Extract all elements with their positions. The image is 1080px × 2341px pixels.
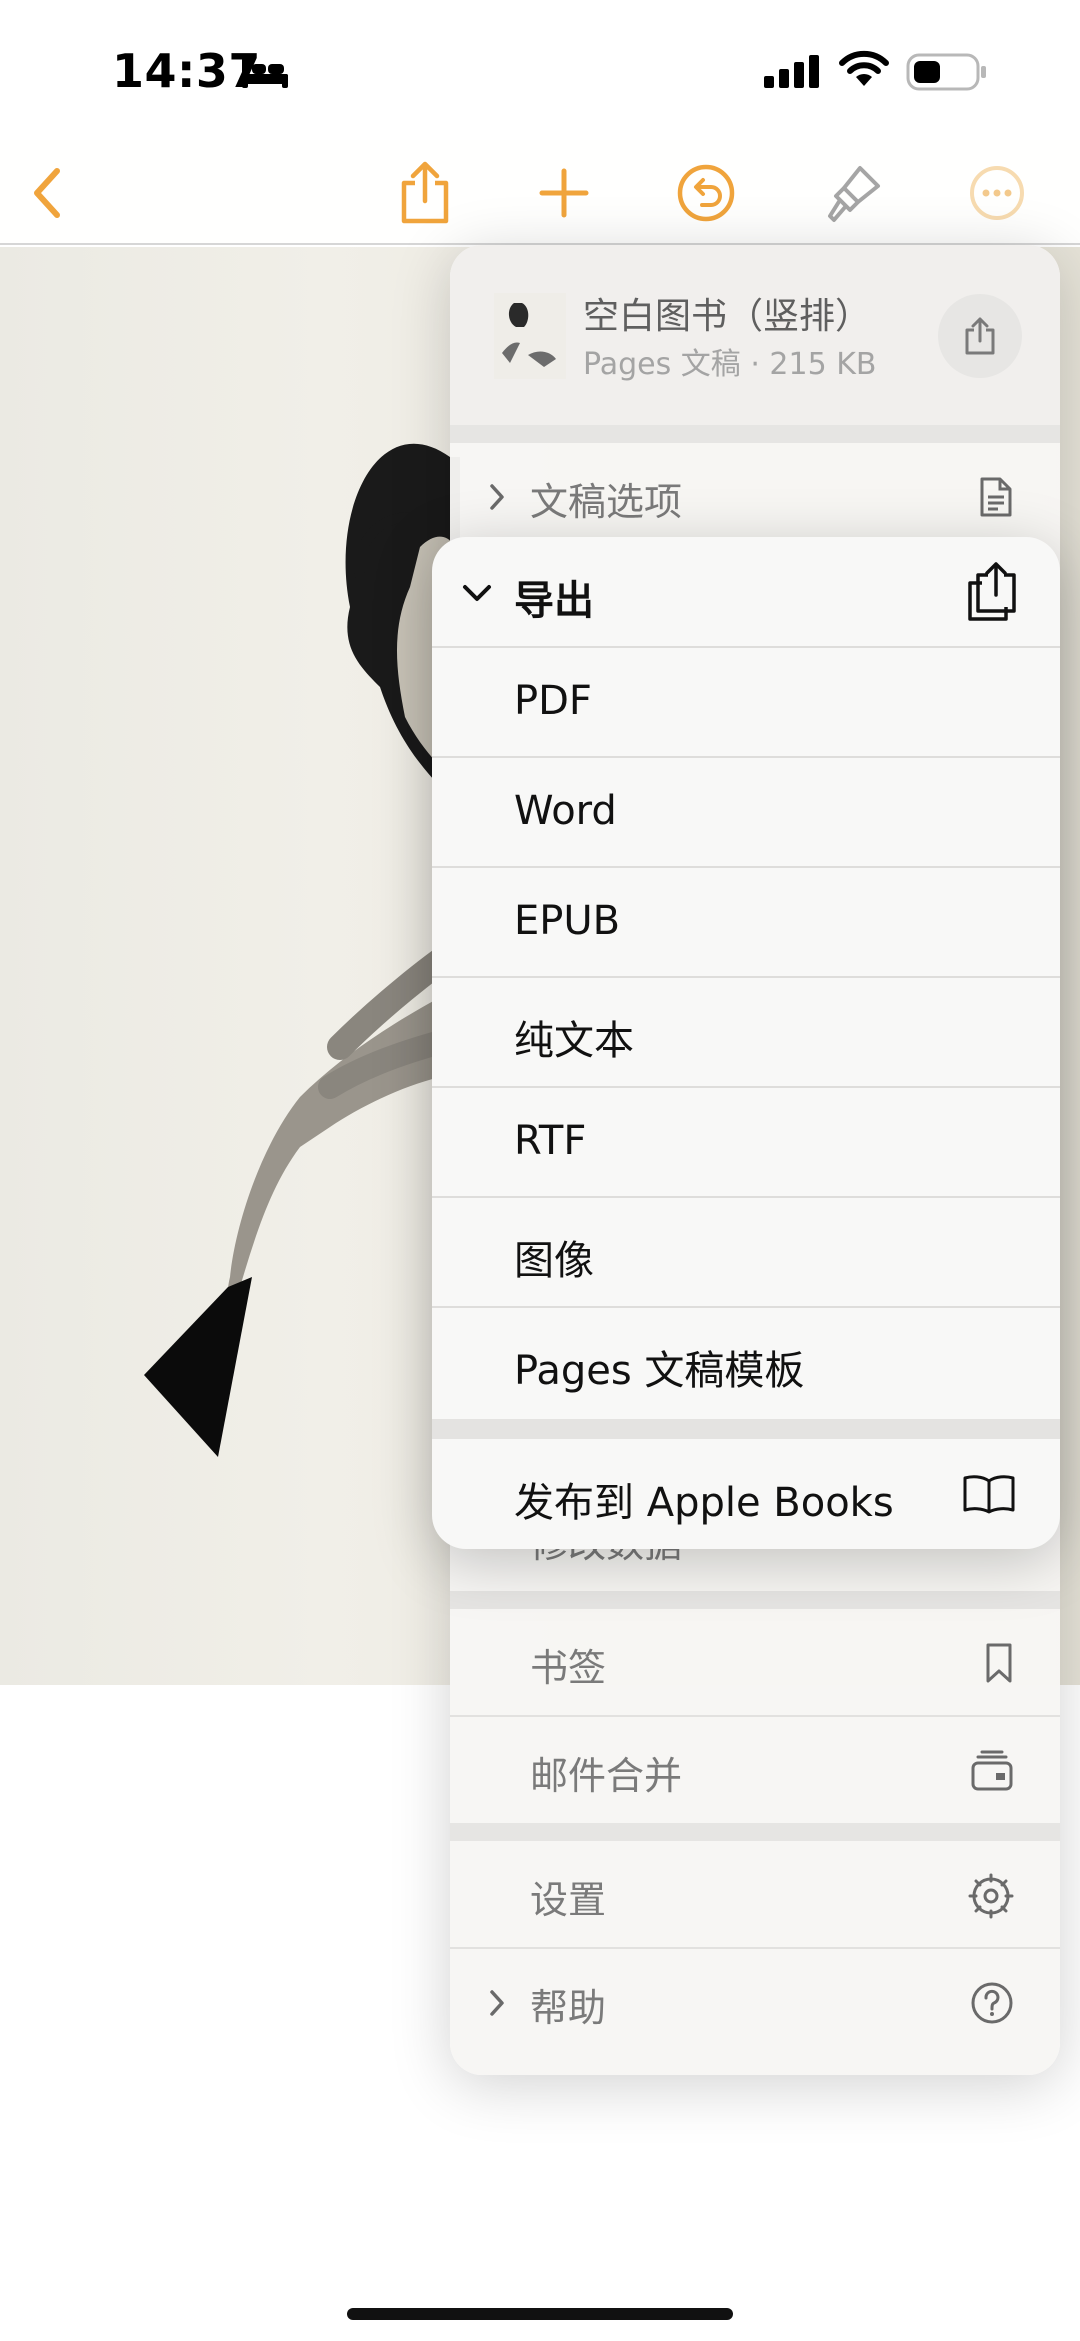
- export-pages-template[interactable]: Pages 文稿模板: [432, 1307, 1060, 1417]
- file-title: 空白图书（竖排）: [583, 296, 872, 337]
- export-submenu: 导出 PDF Word EPUB 纯文本 RTF 图像 Pages 文稿模板 发…: [432, 537, 1060, 1549]
- paintbrush-icon: [828, 166, 880, 222]
- bed-icon: [242, 58, 288, 88]
- share-button[interactable]: [390, 158, 460, 228]
- format-brush-button[interactable]: [818, 158, 888, 228]
- status-time: 14:37: [112, 44, 261, 98]
- share-icon: [968, 562, 1016, 621]
- mail-merge-icon: [971, 1750, 1013, 1791]
- menu-item-settings[interactable]: 设置: [450, 1841, 1060, 1947]
- menu-separator: [450, 1591, 1060, 1609]
- cellular-signal-icon: [764, 55, 819, 88]
- menu-item-bookmarks[interactable]: 书签: [450, 1609, 1060, 1715]
- menu-item-label: 邮件合并: [530, 1754, 683, 1798]
- export-header-label: 导出: [514, 578, 594, 624]
- chevron-right-icon: [490, 484, 504, 510]
- export-item-label: Word: [514, 788, 617, 834]
- plus-icon: [539, 168, 589, 218]
- status-bar: 14:37: [0, 0, 1080, 140]
- menu-separator: [450, 425, 1060, 443]
- export-item-label: Pages 文稿模板: [514, 1348, 805, 1394]
- document-icon: [980, 477, 1012, 517]
- battery-icon: [906, 53, 986, 91]
- share-icon: [965, 317, 995, 355]
- undo-button[interactable]: [671, 158, 741, 228]
- export-image[interactable]: 图像: [432, 1197, 1060, 1307]
- share-icon: [401, 161, 449, 224]
- gear-icon: [968, 1873, 1014, 1919]
- menu-separator: [432, 1419, 1060, 1439]
- menu-item-label: 文稿选项: [530, 480, 683, 524]
- more-button[interactable]: [962, 158, 1032, 228]
- export-item-label: RTF: [514, 1118, 587, 1164]
- menu-item-label: 帮助: [530, 1986, 607, 2030]
- menu-item-mail-merge[interactable]: 邮件合并: [450, 1717, 1060, 1823]
- insert-button[interactable]: [529, 158, 599, 228]
- more-icon: [970, 166, 1024, 220]
- publish-apple-books[interactable]: 发布到 Apple Books: [432, 1439, 1060, 1549]
- home-indicator: [347, 2308, 733, 2320]
- menu-separator: [450, 1823, 1060, 1841]
- back-button[interactable]: [12, 158, 82, 228]
- export-header[interactable]: 导出: [432, 537, 1060, 647]
- file-thumbnail: [494, 293, 566, 379]
- chevron-left-icon: [34, 168, 60, 218]
- menu-item-label: 书签: [530, 1646, 607, 1690]
- wifi-icon: [839, 50, 889, 86]
- export-item-label: PDF: [514, 678, 592, 724]
- export-pdf[interactable]: PDF: [432, 647, 1060, 757]
- publish-label: 发布到 Apple Books: [514, 1480, 894, 1526]
- chevron-right-icon: [490, 1990, 504, 2016]
- undo-icon: [677, 164, 735, 222]
- export-epub[interactable]: EPUB: [432, 867, 1060, 977]
- file-header: 空白图书（竖排） Pages 文稿 · 215 KB: [450, 245, 1060, 425]
- file-subtitle: Pages 文稿 · 215 KB: [583, 347, 877, 382]
- export-rtf[interactable]: RTF: [432, 1087, 1060, 1197]
- export-word[interactable]: Word: [432, 757, 1060, 867]
- menu-item-label: 设置: [530, 1878, 607, 1922]
- export-item-label: EPUB: [514, 898, 621, 944]
- file-share-button[interactable]: [938, 294, 1022, 378]
- export-item-label: 图像: [514, 1238, 594, 1284]
- toolbar: [0, 140, 1080, 245]
- export-item-label: 纯文本: [514, 1018, 634, 1064]
- menu-item-document-options[interactable]: 文稿选项: [450, 443, 1060, 549]
- help-icon: [971, 1982, 1013, 2024]
- chevron-down-icon: [463, 585, 491, 601]
- export-plain-text[interactable]: 纯文本: [432, 977, 1060, 1087]
- book-icon: [963, 1475, 1015, 1514]
- bookmark-icon: [986, 1643, 1012, 1683]
- menu-item-help[interactable]: 帮助: [450, 1949, 1060, 2055]
